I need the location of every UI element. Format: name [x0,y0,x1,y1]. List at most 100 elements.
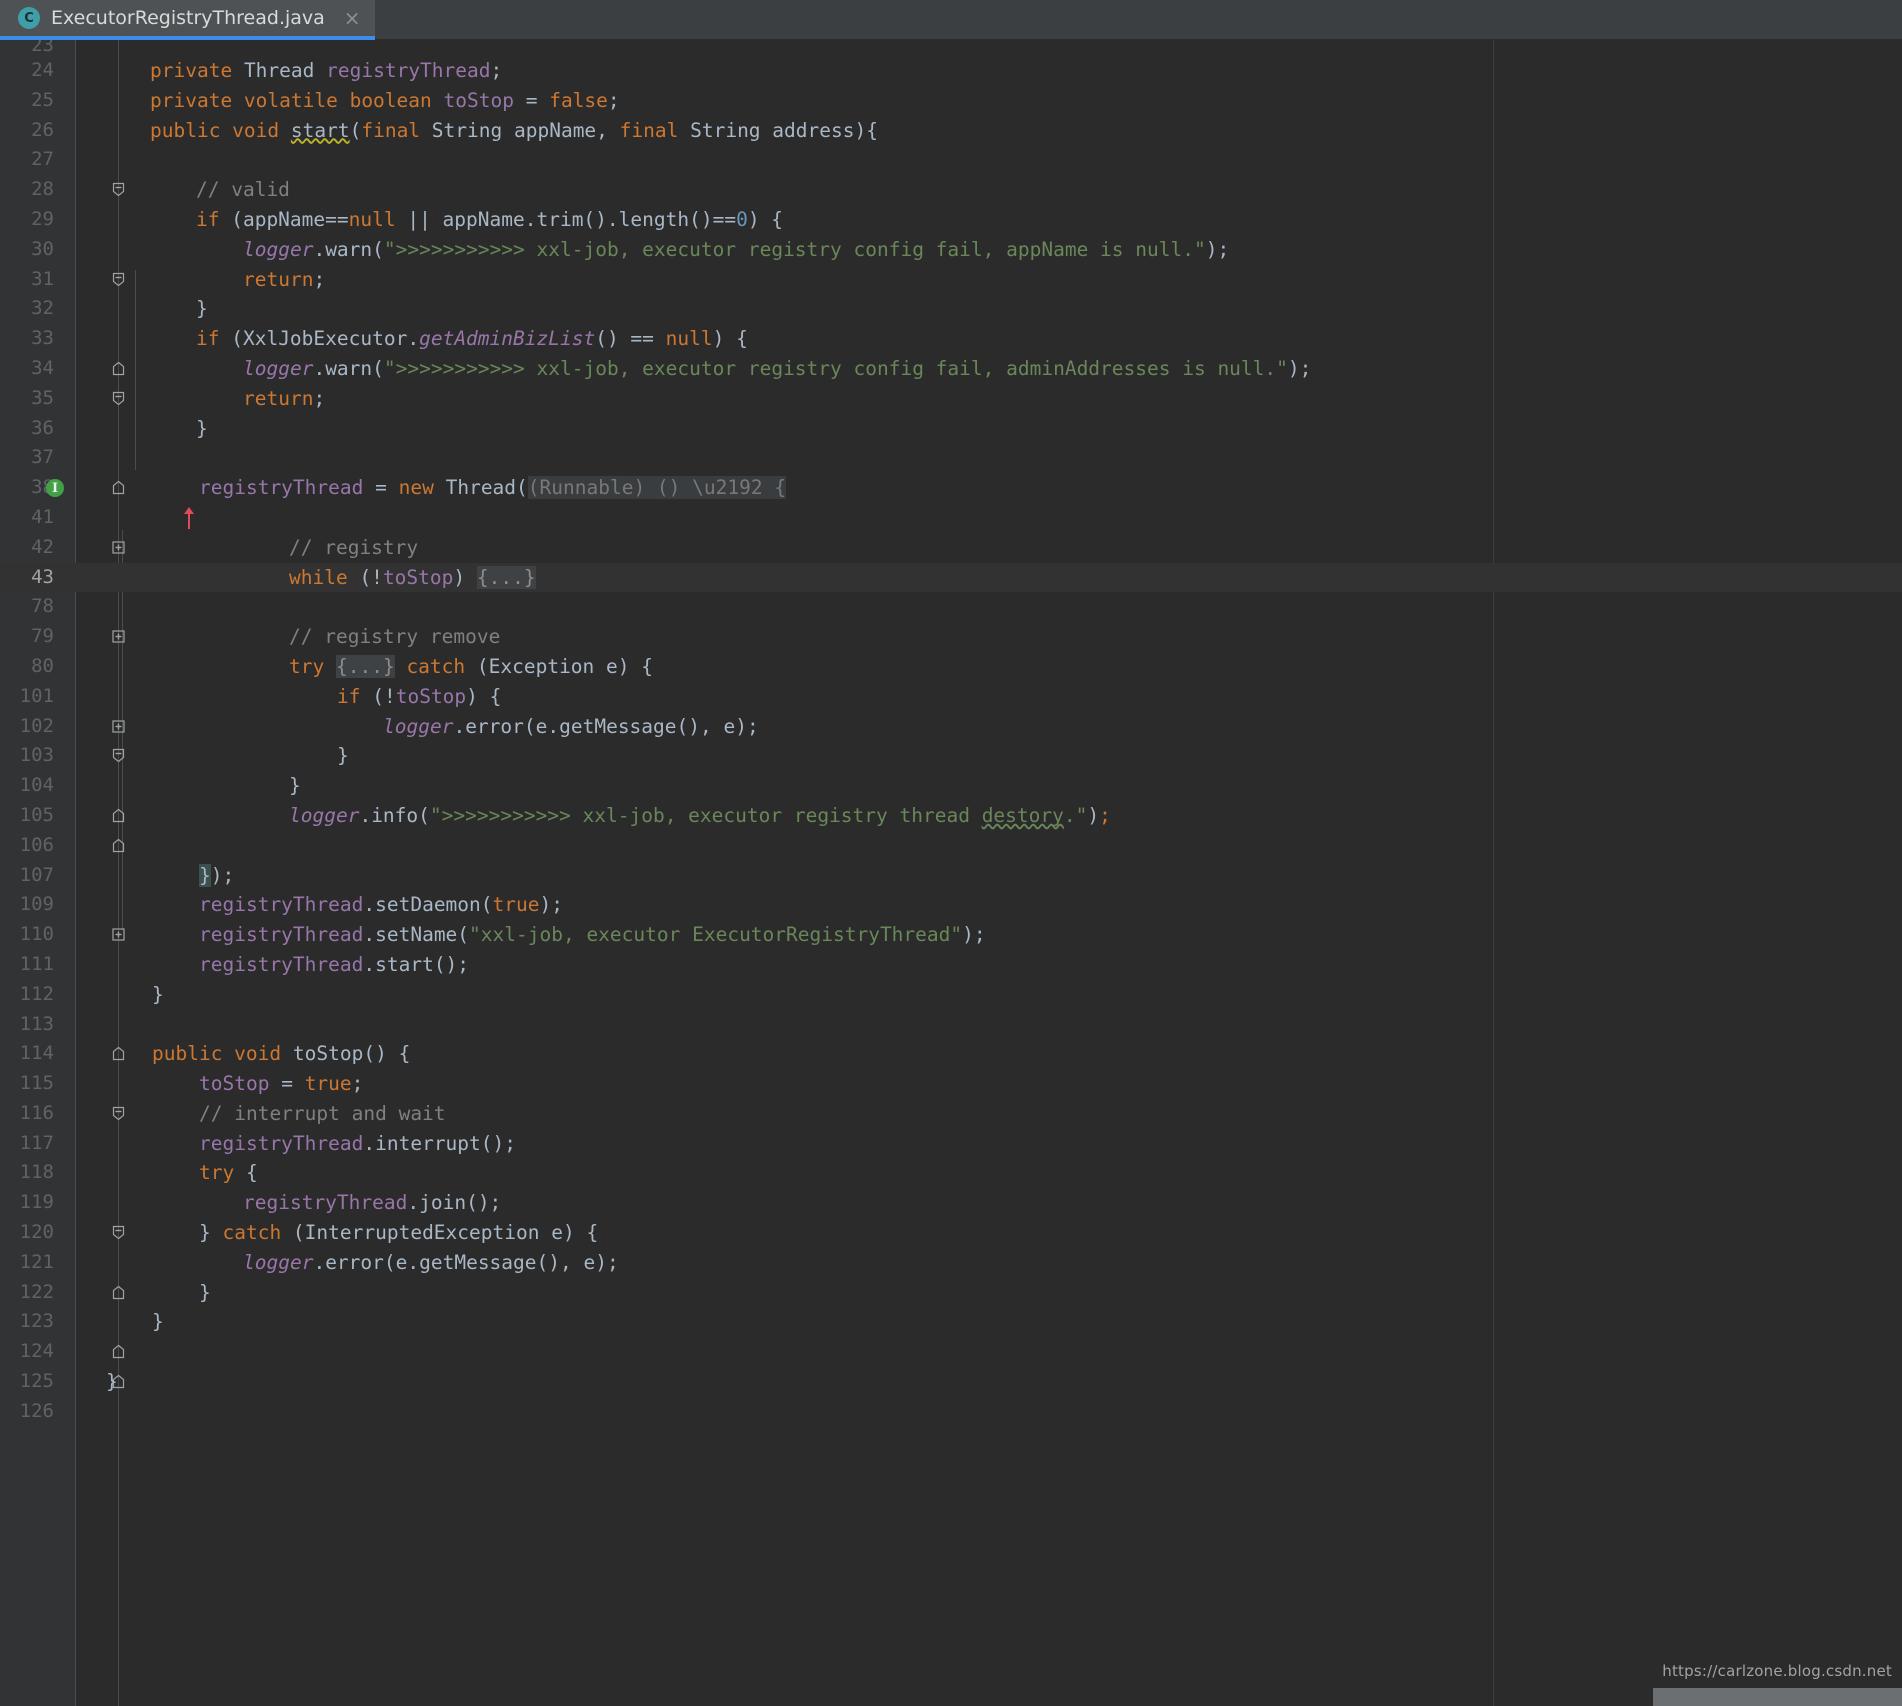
code-line[interactable]: 122 } [0,1278,1902,1359]
code-line[interactable]: 111 registryThread.start(); [0,950,1902,980]
line-number: 31 [31,267,54,290]
code-line[interactable]: 26 public void start(final String appNam… [0,116,1902,197]
code-line-active[interactable]: 43 while (!toStop) {...} [0,562,1902,643]
code-line[interactable]: 110 registryThread.setName("xxl-job, exe… [0,920,1902,950]
fold-region-end-icon[interactable] [110,747,127,823]
code-line[interactable]: 102 logger.error(e.getMessage(), e); [0,712,1902,742]
bottom-scroll-strip[interactable] [1653,1688,1902,1706]
code-text: } [196,416,208,440]
code-line[interactable]: 112 } [0,980,1902,1061]
code-line[interactable]: 42 // registry [0,533,1902,563]
code-line[interactable]: 28 // valid [0,175,1902,205]
code-line[interactable]: 107 }); [0,861,1902,941]
line-number: 29 [31,207,54,230]
code-editor-area[interactable]: 23 24 private Thread registryThread; 25 … [0,40,1902,1706]
fold-expand-icon[interactable] [110,658,127,733]
fold-collapse-icon[interactable] [110,1045,127,1121]
fold-region-end-icon[interactable] [110,1284,127,1359]
code-line[interactable]: 126 [0,1397,1902,1427]
line-number: 122 [19,1280,54,1303]
fold-region-end-icon[interactable] [110,420,127,495]
fold-collapse-icon[interactable] [110,122,127,197]
code-line-list: 23 24 private Thread registryThread; 25 … [0,40,1902,1427]
code-line[interactable]: 36 } [0,414,1902,495]
fold-collapse-icon[interactable] [110,1164,127,1240]
close-icon[interactable]: × [344,8,361,28]
code-line[interactable]: 25 private volatile boolean toStop = fal… [0,86,1902,116]
code-line[interactable]: 31 return; [0,265,1902,295]
fold-region-end-icon[interactable] [110,1313,127,1389]
code-line[interactable]: 116 // interrupt and wait [0,1099,1902,1129]
code-text: } catch (InterruptedException e) { [199,1221,599,1245]
code-line[interactable]: 121 logger.error(e.getMessage(), e); [0,1248,1902,1278]
fold-expand-icon[interactable] [110,479,127,554]
code-line[interactable]: 118 try { [0,1158,1902,1240]
line-number: 103 [19,744,54,767]
fold-collapse-icon[interactable] [110,330,127,406]
code-line[interactable]: 27 [0,145,1902,175]
code-line[interactable]: 41 [0,503,1902,533]
code-line[interactable]: 37 [0,443,1902,473]
code-line[interactable]: 23 [0,40,1902,56]
code-text: if (appName==null || appName.trim().leng… [196,207,784,231]
editor-tab-bar: C ExecutorRegistryThread.java × [0,0,1902,40]
code-line[interactable]: 114 public void toStop() { [0,1039,1902,1121]
fold-expand-icon[interactable] [110,569,127,643]
code-line[interactable]: 29 if (appName==null || appName.trim().l… [0,205,1902,286]
code-line[interactable]: 124 [0,1337,1902,1367]
code-line[interactable]: 101 if (!toStop) { [0,682,1902,763]
code-line[interactable]: 24 private Thread registryThread; [0,56,1902,86]
code-line[interactable]: 120 } catch (InterruptedException e) { [0,1218,1902,1299]
line-number: 106 [19,833,54,856]
line-number: 124 [19,1340,54,1363]
code-line[interactable]: 79 // registry remove [0,622,1902,652]
line-number: 28 [31,178,54,201]
code-line[interactable]: 106 [0,831,1902,861]
editor-tab-executorregistrythread[interactable]: C ExecutorRegistryThread.java × [0,0,375,40]
code-line[interactable]: 117 registryThread.interrupt(); [0,1129,1902,1159]
code-line[interactable]: 78 [0,592,1902,622]
fold-region-end-icon[interactable] [110,1224,127,1299]
line-number: 126 [19,1399,54,1422]
line-number: 120 [19,1221,54,1244]
code-text: } [106,1370,118,1394]
code-line[interactable]: 34 logger.warn(">>>>>>>>>>> xxl-job, exe… [0,354,1902,384]
code-line[interactable]: 30 logger.warn(">>>>>>>>>>> xxl-job, exe… [0,235,1902,265]
line-number: 80 [31,654,54,677]
code-text: // registry [289,535,419,559]
fold-region-end-icon[interactable] [110,300,127,376]
code-line[interactable]: 80 try {...} catch (Exception e) { [0,652,1902,733]
fold-expand-icon[interactable] [110,867,127,941]
code-line[interactable]: 38 I registryThread = new Thread((Runnab… [0,473,1902,554]
code-line[interactable]: 109 registryThread.setDaemon(true); [0,890,1902,920]
code-text: registryThread.join(); [243,1191,502,1215]
line-number: 41 [31,505,54,528]
code-line[interactable]: 119 registryThread.join(); [0,1188,1902,1218]
code-line[interactable]: 115 toStop = true; [0,1069,1902,1099]
code-line[interactable]: 35 return; [0,384,1902,414]
line-number: 118 [19,1161,54,1184]
line-number: 26 [31,118,54,141]
code-text: // registry remove [289,625,501,649]
fold-region-end-icon[interactable] [110,777,127,852]
code-line[interactable]: 123 } [0,1307,1902,1389]
line-number: 109 [19,893,54,916]
overriding-method-arrow-icon[interactable] [66,476,195,529]
code-line[interactable]: 105 logger.info(">>>>>>>>>>> xxl-job, ex… [0,801,1902,831]
code-line[interactable]: 103 } [0,741,1902,823]
line-number: 115 [19,1072,54,1095]
code-text: registryThread.setName("xxl-job, executo… [199,923,986,947]
code-line[interactable]: 113 [0,1010,1902,1040]
code-line[interactable]: 33 if (XxlJobExecutor.getAdminBizList() … [0,324,1902,406]
code-text: registryThread = new Thread((Runnable) (… [199,476,787,500]
code-text: registryThread.start(); [199,952,470,976]
fold-collapse-icon[interactable] [110,688,127,763]
code-line[interactable]: 125 } [0,1367,1902,1397]
code-line[interactable]: 104 } [0,771,1902,852]
implemented-method-icon[interactable]: I [46,479,64,498]
fold-region-end-icon[interactable] [110,986,127,1061]
fold-collapse-icon[interactable] [110,211,127,286]
code-line[interactable]: 32 } [0,294,1902,376]
line-number: 117 [19,1131,54,1154]
line-number: 102 [19,714,54,737]
